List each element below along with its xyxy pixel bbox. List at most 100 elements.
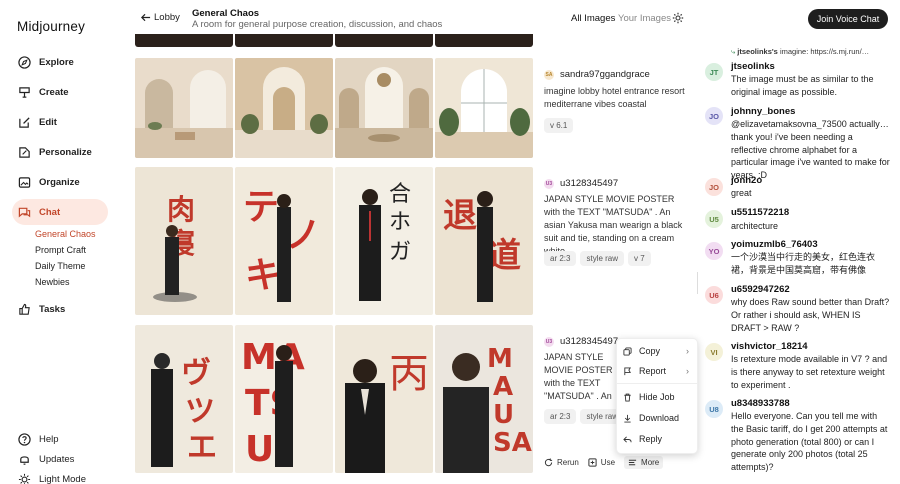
channel-daily-theme[interactable]: Daily Theme xyxy=(35,261,85,271)
message-username[interactable]: jtseolinks xyxy=(731,61,775,72)
chat-icon xyxy=(18,207,31,218)
message-username[interactable]: u8348933788 xyxy=(731,398,790,409)
message-text: architecture xyxy=(731,221,779,231)
nav-personalize[interactable]: Personalize xyxy=(12,139,108,165)
avatar: U3 xyxy=(544,178,554,189)
svg-text:ガ: ガ xyxy=(389,240,411,265)
nav-organize[interactable]: Organize xyxy=(12,169,108,195)
tab-your-images[interactable]: Your Images xyxy=(618,13,671,24)
job-params: ar 2:3 style raw xyxy=(544,409,625,424)
svg-text:ホ: ホ xyxy=(389,210,411,235)
menu-item-report[interactable]: Report › xyxy=(623,362,693,380)
channel-prompt-craft[interactable]: Prompt Craft xyxy=(35,245,86,255)
job-image[interactable]: 退道 xyxy=(435,167,533,315)
avatar[interactable]: U5 xyxy=(705,210,723,228)
chevron-right-icon: › xyxy=(686,346,689,356)
nav-explore-label: Explore xyxy=(39,56,74,68)
avatar[interactable]: JO xyxy=(705,107,723,125)
channel-title: General Chaos xyxy=(192,8,260,19)
job-author[interactable]: SA sandra97ggandgrace xyxy=(544,69,650,80)
param-chip[interactable]: v 7 xyxy=(628,251,651,266)
help-icon xyxy=(18,432,31,446)
job-image[interactable]: 丙 xyxy=(335,325,433,473)
reply-context[interactable]: ⤷ jtseolinks's imagine: https://s.mj.run… xyxy=(731,47,869,57)
message-username[interactable]: vishvictor_18214 xyxy=(731,341,808,352)
menu-item-copy[interactable]: Copy › xyxy=(623,342,693,360)
use-button[interactable]: Use xyxy=(588,458,615,467)
trash-icon xyxy=(624,393,631,402)
job-image[interactable] xyxy=(335,58,433,158)
nav-edit[interactable]: Edit xyxy=(12,109,108,135)
param-chip[interactable]: ar 2:3 xyxy=(544,409,577,424)
channel-newbies[interactable]: Newbies xyxy=(35,277,70,287)
compass-icon xyxy=(18,55,31,69)
svg-text:退: 退 xyxy=(443,196,477,236)
menu-item-download[interactable]: Download xyxy=(623,409,693,427)
job-author[interactable]: U3 u3128345497 xyxy=(544,336,618,347)
previous-job-image[interactable] xyxy=(435,34,533,47)
job-image[interactable] xyxy=(135,58,233,158)
avatar[interactable]: JT xyxy=(705,63,723,81)
channel-general-chaos[interactable]: General Chaos xyxy=(35,229,96,239)
gear-icon[interactable] xyxy=(672,12,684,24)
nav-create[interactable]: Create xyxy=(12,79,108,105)
refresh-icon xyxy=(544,458,553,467)
nav-light-mode-label: Light Mode xyxy=(39,473,87,484)
svg-text:SA: SA xyxy=(493,428,532,458)
svg-text:丙: 丙 xyxy=(389,351,429,397)
message-text: Is retexture mode available in V7 ? and … xyxy=(731,354,888,390)
menu-hide-job-label: Hide Job xyxy=(639,392,675,402)
message-username[interactable]: u5511572218 xyxy=(731,207,789,218)
nav-explore[interactable]: Explore xyxy=(12,49,108,75)
message-username[interactable]: johnny_bones xyxy=(731,106,795,117)
menu-item-reply[interactable]: Reply xyxy=(623,430,693,448)
app-window: Midjourney Explore Create Edit Personali… xyxy=(0,0,900,484)
job-image[interactable]: テノキ xyxy=(235,167,333,315)
rerun-button[interactable]: Rerun xyxy=(544,458,579,467)
menu-download-label: Download xyxy=(639,413,680,423)
job-image[interactable]: M A U SA xyxy=(435,325,533,473)
param-chip[interactable]: ar 2:3 xyxy=(544,251,577,266)
nav-light-mode[interactable]: Light Mode xyxy=(12,466,108,484)
message-text: @elizavetamaksovna_73500 actually… thank… xyxy=(731,119,890,181)
previous-job-image[interactable] xyxy=(235,34,333,47)
avatar[interactable]: JO xyxy=(705,178,723,196)
svg-text:肉: 肉 xyxy=(167,193,195,226)
nav-organize-label: Organize xyxy=(39,176,80,188)
svg-text:U: U xyxy=(245,429,274,470)
job-image[interactable]: 合ホガ xyxy=(335,167,433,315)
more-button[interactable]: More xyxy=(624,456,664,469)
param-chip[interactable]: style raw xyxy=(580,251,625,266)
join-voice-chat-button[interactable]: Join Voice Chat xyxy=(808,9,888,29)
tab-all-images[interactable]: All Images xyxy=(571,13,615,24)
arrow-left-icon xyxy=(140,13,151,22)
nav-chat[interactable]: Chat xyxy=(12,199,108,225)
avatar[interactable]: U6 xyxy=(705,286,723,304)
nav-tasks[interactable]: Tasks xyxy=(12,296,108,322)
message-username[interactable]: u6592947262 xyxy=(731,284,790,295)
previous-job-image[interactable] xyxy=(135,34,233,47)
param-chip[interactable]: v 6.1 xyxy=(544,118,574,133)
message-username[interactable]: yoimuzmlb6_76403 xyxy=(731,239,818,250)
job-image[interactable] xyxy=(435,58,533,158)
panel-divider[interactable] xyxy=(697,272,698,294)
avatar[interactable]: U8 xyxy=(705,400,723,418)
avatar[interactable]: VI xyxy=(705,343,723,361)
previous-job-image[interactable] xyxy=(335,34,433,47)
app-logo[interactable]: Midjourney xyxy=(17,19,85,34)
menu-item-hide-job[interactable]: Hide Job xyxy=(623,388,693,406)
message-username[interactable]: jonh2o xyxy=(731,175,762,186)
job-author[interactable]: U3 u3128345497 xyxy=(544,178,618,189)
bell-icon xyxy=(20,455,29,465)
job-image[interactable] xyxy=(235,58,333,158)
job-image[interactable]: MA TS U xyxy=(235,325,333,473)
nav-chat-label: Chat xyxy=(39,206,61,218)
more-label: More xyxy=(641,458,660,467)
reply-icon xyxy=(623,435,632,443)
back-to-lobby-button[interactable]: Lobby xyxy=(140,12,180,23)
job-image[interactable]: ヴツエ xyxy=(135,325,233,473)
svg-text:A: A xyxy=(493,372,513,402)
message-text: The image must be as similar to the orig… xyxy=(731,74,874,97)
job-image[interactable]: 肉寝 xyxy=(135,167,233,315)
avatar[interactable]: YO xyxy=(705,242,723,260)
